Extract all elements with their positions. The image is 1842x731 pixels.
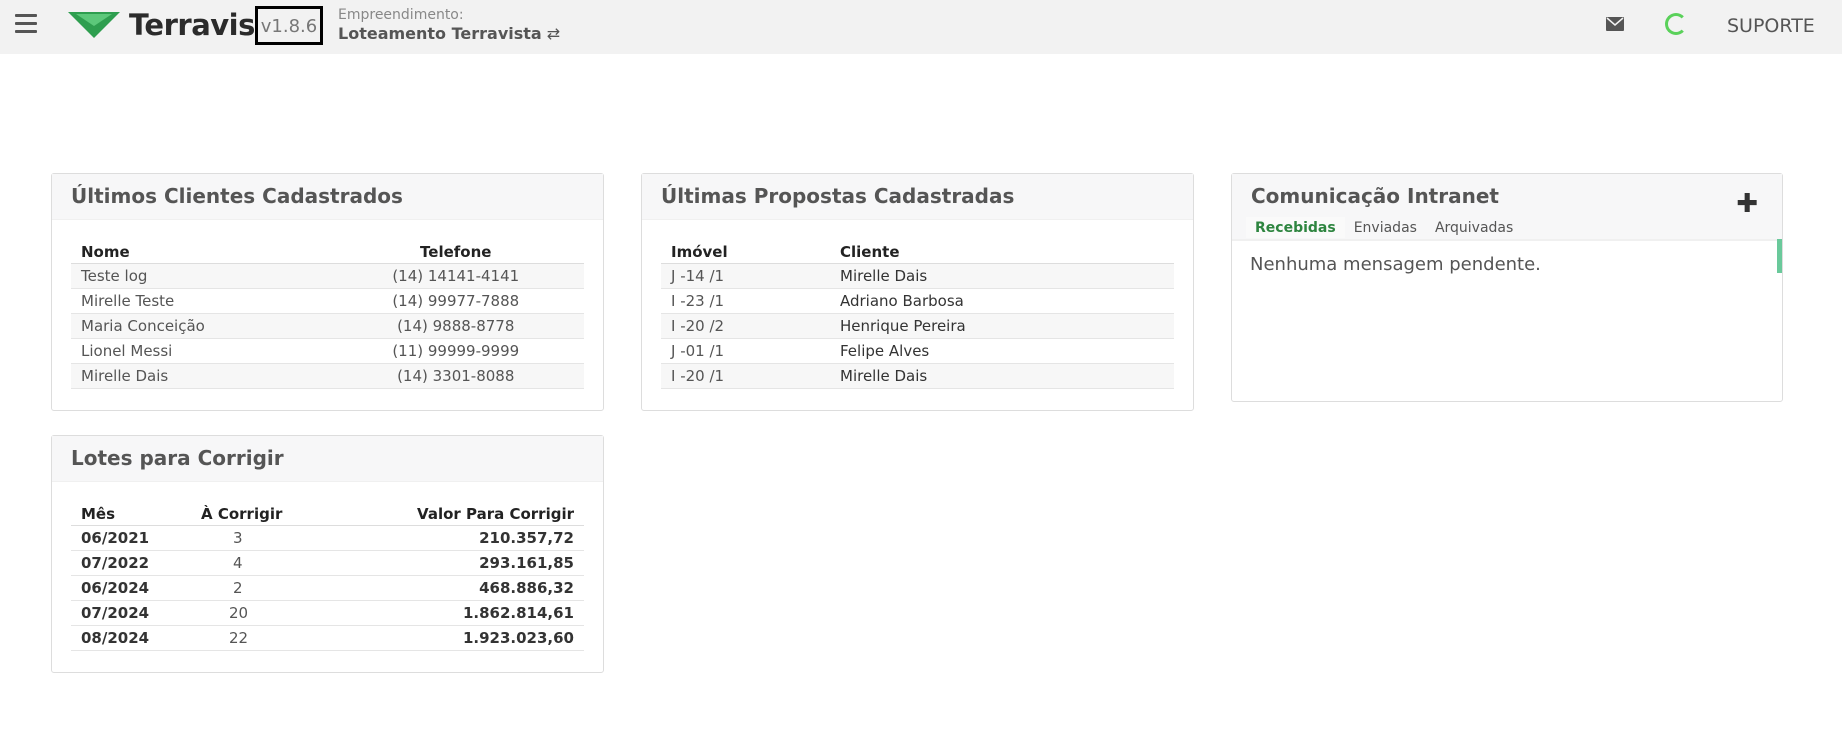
cliente-nome: Maria Conceição xyxy=(71,313,328,339)
clientes-title: Últimos Clientes Cadastrados xyxy=(71,184,403,208)
intranet-card: Comunicação Intranet ✚ Recebidas Enviadas… xyxy=(1231,173,1783,402)
lotes-table: Mês À Corrigir Valor Para Corrigir 06/20… xyxy=(71,500,584,651)
cliente-telefone: (11) 99999-9999 xyxy=(327,338,584,364)
lote-corrigir: 22 xyxy=(191,625,315,651)
propostas-table: Imóvel Cliente J -14 /1 Mirelle Dais I -2… xyxy=(661,238,1174,389)
table-row[interactable]: Maria Conceição (14) 9888-8778 xyxy=(71,313,584,339)
lote-corrigir: 20 xyxy=(191,600,315,626)
top-bar: Terravista v1.8.6 Empreendimento: Loteam… xyxy=(0,0,1842,54)
envelope-icon[interactable] xyxy=(1606,17,1624,31)
clientes-card-header: Últimos Clientes Cadastrados xyxy=(52,174,603,220)
lotes-card: Lotes para Corrigir Mês À Corrigir Valor… xyxy=(51,435,604,673)
version-label: v1.8.6 xyxy=(260,16,318,37)
column-header-a-corrigir: À Corrigir xyxy=(191,500,315,526)
proposta-cliente: Adriano Barbosa xyxy=(830,288,1174,314)
lote-mes: 06/2024 xyxy=(71,575,191,601)
proposta-cliente: Mirelle Dais xyxy=(830,363,1174,389)
proposta-imovel: I -20 /2 xyxy=(661,313,830,339)
terravista-logo-icon xyxy=(68,12,120,38)
lote-mes: 07/2024 xyxy=(71,600,191,626)
column-header-nome: Nome xyxy=(71,238,328,264)
column-header-mes: Mês xyxy=(71,500,191,526)
lote-valor: 1.923.023,60 xyxy=(315,625,584,651)
table-row[interactable]: J -14 /1 Mirelle Dais xyxy=(661,263,1174,289)
propostas-card: Últimas Propostas Cadastradas Imóvel Cli… xyxy=(641,173,1194,411)
lotes-card-header: Lotes para Corrigir xyxy=(52,436,603,482)
proposta-cliente: Felipe Alves xyxy=(830,338,1174,364)
tab-enviadas[interactable]: Enviadas xyxy=(1345,217,1426,238)
version-badge: v1.8.6 xyxy=(255,6,323,45)
propostas-card-header: Últimas Propostas Cadastradas xyxy=(642,174,1193,220)
lotes-title: Lotes para Corrigir xyxy=(71,446,284,470)
empreendimento-name: Loteamento Terravista xyxy=(338,24,542,43)
intranet-tabs: Recebidas Enviadas Arquivadas xyxy=(1246,217,1522,238)
table-row[interactable]: 07/2024 20 1.862.814,61 xyxy=(71,600,584,626)
lote-valor: 468.886,32 xyxy=(315,575,584,601)
table-row[interactable]: I -23 /1 Adriano Barbosa xyxy=(661,288,1174,314)
proposta-cliente: Mirelle Dais xyxy=(830,263,1174,289)
proposta-imovel: I -23 /1 xyxy=(661,288,830,314)
propostas-title: Últimas Propostas Cadastradas xyxy=(661,184,1015,208)
lote-mes: 06/2021 xyxy=(71,525,191,551)
table-header-row: Nome Telefone xyxy=(71,238,584,264)
table-header-row: Imóvel Cliente xyxy=(661,238,1174,264)
table-row[interactable]: Teste log (14) 14141-4141 xyxy=(71,263,584,289)
intranet-tab-panel xyxy=(1232,240,1782,241)
lote-corrigir: 2 xyxy=(191,575,315,601)
lote-valor: 210.357,72 xyxy=(315,525,584,551)
empty-message: Nenhuma mensagem pendente. xyxy=(1250,254,1541,275)
table-row[interactable]: I -20 /1 Mirelle Dais xyxy=(661,363,1174,389)
intranet-title: Comunicação Intranet xyxy=(1251,184,1499,208)
clientes-card: Últimos Clientes Cadastrados Nome Telefo… xyxy=(51,173,604,411)
loading-spinner-icon xyxy=(1665,13,1687,35)
lote-valor: 1.862.814,61 xyxy=(315,600,584,626)
cliente-telefone: (14) 3301-8088 xyxy=(327,363,584,389)
proposta-imovel: J -14 /1 xyxy=(661,263,830,289)
table-row[interactable]: 08/2024 22 1.923.023,60 xyxy=(71,625,584,651)
table-row[interactable]: 07/2022 4 293.161,85 xyxy=(71,550,584,576)
column-header-imovel: Imóvel xyxy=(661,238,830,264)
table-header-row: Mês À Corrigir Valor Para Corrigir xyxy=(71,500,584,526)
switch-icon[interactable]: ⇄ xyxy=(547,24,560,43)
table-row[interactable]: Lionel Messi (11) 99999-9999 xyxy=(71,338,584,364)
add-message-icon[interactable]: ✚ xyxy=(1736,189,1758,219)
proposta-cliente: Henrique Pereira xyxy=(830,313,1174,339)
lote-mes: 07/2022 xyxy=(71,550,191,576)
cliente-nome: Mirelle Teste xyxy=(71,288,328,314)
lote-mes: 08/2024 xyxy=(71,625,191,651)
table-row[interactable]: 06/2024 2 468.886,32 xyxy=(71,575,584,601)
table-row[interactable]: Mirelle Teste (14) 99977-7888 xyxy=(71,288,584,314)
cliente-telefone: (14) 99977-7888 xyxy=(327,288,584,314)
support-link[interactable]: SUPORTE xyxy=(1727,15,1815,37)
empreendimento-selector[interactable]: Loteamento Terravista ⇄ xyxy=(338,24,560,43)
cliente-nome: Teste log xyxy=(71,263,328,289)
column-header-cliente: Cliente xyxy=(830,238,1174,264)
cliente-nome: Mirelle Dais xyxy=(71,363,328,389)
empreendimento-label: Empreendimento: xyxy=(338,7,464,23)
proposta-imovel: I -20 /1 xyxy=(661,363,830,389)
scrollbar[interactable] xyxy=(1777,239,1782,273)
lote-corrigir: 4 xyxy=(191,550,315,576)
cliente-telefone: (14) 9888-8778 xyxy=(327,313,584,339)
lote-valor: 293.161,85 xyxy=(315,550,584,576)
tab-arquivadas[interactable]: Arquivadas xyxy=(1426,217,1522,238)
table-row[interactable]: I -20 /2 Henrique Pereira xyxy=(661,313,1174,339)
lote-corrigir: 3 xyxy=(191,525,315,551)
table-row[interactable]: J -01 /1 Felipe Alves xyxy=(661,338,1174,364)
column-header-valor: Valor Para Corrigir xyxy=(315,500,584,526)
column-header-telefone: Telefone xyxy=(327,238,584,264)
tab-recebidas[interactable]: Recebidas xyxy=(1246,217,1345,238)
cliente-telefone: (14) 14141-4141 xyxy=(327,263,584,289)
proposta-imovel: J -01 /1 xyxy=(661,338,830,364)
clientes-table: Nome Telefone Teste log (14) 14141-4141 M… xyxy=(71,238,584,389)
cliente-nome: Lionel Messi xyxy=(71,338,328,364)
table-row[interactable]: 06/2021 3 210.357,72 xyxy=(71,525,584,551)
menu-icon[interactable] xyxy=(15,14,37,34)
table-row[interactable]: Mirelle Dais (14) 3301-8088 xyxy=(71,363,584,389)
